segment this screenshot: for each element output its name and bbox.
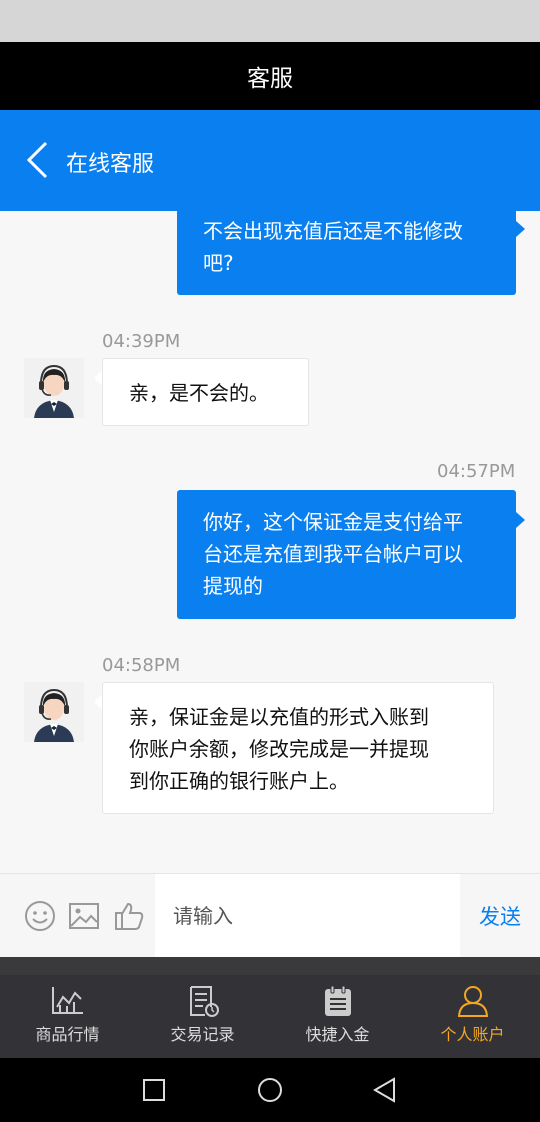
message-line: 你账户余额，修改完成是一并提现 <box>129 737 429 761</box>
chat-title: 在线客服 <box>66 152 155 177</box>
bottom-tab-bar: 商品行情 交易记录 快捷入金 个人账户 <box>0 957 540 1058</box>
message-line: 亲，是不会的。 <box>129 381 269 405</box>
circle-icon[interactable] <box>257 1077 283 1103</box>
message-line: 你好，这个保证金是支付给平 <box>203 510 463 534</box>
tab-label: 快捷入金 <box>305 1025 370 1044</box>
message-line: 不会出现充值后还是不能修改 <box>203 219 463 243</box>
thumbs-up-icon[interactable] <box>113 900 145 932</box>
chart-icon <box>51 987 83 1014</box>
send-button[interactable]: 发送 <box>460 874 540 958</box>
records-icon <box>189 986 219 1017</box>
outgoing-message-bubble: 你好，这个保证金是支付给平 台还是充值到我平台帐户可以 提现的 <box>177 490 516 619</box>
agent-avatar <box>24 358 84 418</box>
bubble-tail <box>516 512 525 528</box>
message-timestamp: 04:57PM <box>437 461 516 482</box>
system-nav-bar <box>0 1058 540 1122</box>
tab-trade-records[interactable]: 交易记录 <box>135 975 270 1058</box>
square-icon[interactable] <box>143 1079 165 1101</box>
headset-agent-icon <box>24 358 84 418</box>
message-timestamp: 04:58PM <box>102 655 181 676</box>
message-line: 提现的 <box>203 574 263 598</box>
message-input[interactable] <box>155 874 460 958</box>
app-title: 客服 <box>247 66 293 92</box>
back-chevron-icon[interactable] <box>24 140 52 180</box>
outgoing-message-bubble: 不会出现充值后还是不能修改 吧? <box>177 211 516 295</box>
tab-market[interactable]: 商品行情 <box>0 975 135 1058</box>
headset-agent-icon <box>24 682 84 742</box>
message-line: 吧? <box>203 251 234 275</box>
app-title-bar: 客服 <box>0 42 540 110</box>
clipboard-icon <box>324 985 351 1016</box>
tab-label: 交易记录 <box>170 1025 235 1044</box>
image-icon[interactable] <box>68 900 100 932</box>
tab-personal-account[interactable]: 个人账户 <box>405 975 540 1058</box>
message-line: 台还是充值到我平台帐户可以 <box>203 542 463 566</box>
user-icon <box>457 986 488 1017</box>
bubble-tail <box>516 221 525 237</box>
status-bar <box>0 0 540 42</box>
tab-label: 个人账户 <box>440 1025 505 1044</box>
agent-avatar <box>24 682 84 742</box>
emoji-icon[interactable] <box>24 900 56 932</box>
triangle-back-icon[interactable] <box>372 1077 396 1103</box>
chat-header: 在线客服 <box>0 110 540 211</box>
tab-label: 商品行情 <box>35 1025 100 1044</box>
incoming-message-bubble: 亲，保证金是以充值的形式入账到 你账户余额，修改完成是一并提现 到你正确的银行账… <box>102 682 494 814</box>
incoming-message-bubble: 亲，是不会的。 <box>102 358 309 426</box>
message-line: 到你正确的银行账户上。 <box>129 769 349 793</box>
input-bar: 发送 <box>0 873 540 958</box>
tab-quick-deposit[interactable]: 快捷入金 <box>270 975 405 1058</box>
message-line: 亲，保证金是以充值的形式入账到 <box>129 705 429 729</box>
message-timestamp: 04:39PM <box>102 331 181 352</box>
message-list[interactable]: 不会出现充值后还是不能修改 吧? 04:39PM 亲，是不会的。 04:57PM… <box>0 211 540 873</box>
